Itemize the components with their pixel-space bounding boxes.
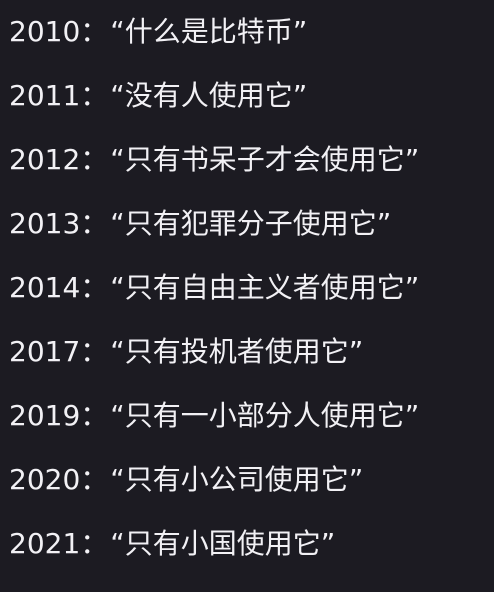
- timeline-line-2020: 2020：“只有小公司使用它”: [9, 460, 363, 500]
- separator: ：: [80, 143, 109, 176]
- separator: ：: [80, 463, 109, 496]
- separator: ：: [80, 271, 109, 304]
- quote-text: “只有犯罪分子使用它”: [110, 207, 392, 240]
- quote-text: “只有小公司使用它”: [110, 463, 364, 496]
- timeline-line-2013: 2013：“只有犯罪分子使用它”: [9, 204, 391, 244]
- quote-text: “没有人使用它”: [110, 79, 308, 112]
- quote-text: “什么是比特币”: [110, 15, 308, 48]
- timeline-line-2021: 2021：“只有小国使用它”: [9, 524, 335, 564]
- timeline-line-2010: 2010：“什么是比特币”: [9, 12, 307, 52]
- timeline-line-2019: 2019：“只有一小部分人使用它”: [9, 396, 419, 436]
- quote-text: “只有投机者使用它”: [110, 335, 364, 368]
- year-label: 2017: [9, 335, 81, 368]
- year-label: 2019: [9, 399, 81, 432]
- separator: ：: [80, 207, 109, 240]
- year-label: 2014: [9, 271, 81, 304]
- year-label: 2012: [9, 143, 81, 176]
- bitcoin-timeline: 2010：“什么是比特币” 2011：“没有人使用它” 2012：“只有书呆子才…: [0, 0, 494, 592]
- separator: ：: [80, 527, 109, 560]
- quote-text: “只有小国使用它”: [110, 527, 336, 560]
- year-label: 2011: [9, 79, 81, 112]
- quote-text: “只有书呆子才会使用它”: [110, 143, 420, 176]
- timeline-line-2011: 2011：“没有人使用它”: [9, 76, 307, 116]
- separator: ：: [80, 79, 109, 112]
- timeline-line-2014: 2014：“只有自由主义者使用它”: [9, 268, 419, 308]
- separator: ：: [80, 15, 109, 48]
- separator: ：: [80, 399, 109, 432]
- year-label: 2010: [9, 15, 81, 48]
- year-label: 2020: [9, 463, 81, 496]
- year-label: 2013: [9, 207, 81, 240]
- timeline-line-2017: 2017：“只有投机者使用它”: [9, 332, 363, 372]
- separator: ：: [80, 335, 109, 368]
- quote-text: “只有一小部分人使用它”: [110, 399, 420, 432]
- year-label: 2021: [9, 527, 81, 560]
- quote-text: “只有自由主义者使用它”: [110, 271, 420, 304]
- timeline-line-2012: 2012：“只有书呆子才会使用它”: [9, 140, 419, 180]
